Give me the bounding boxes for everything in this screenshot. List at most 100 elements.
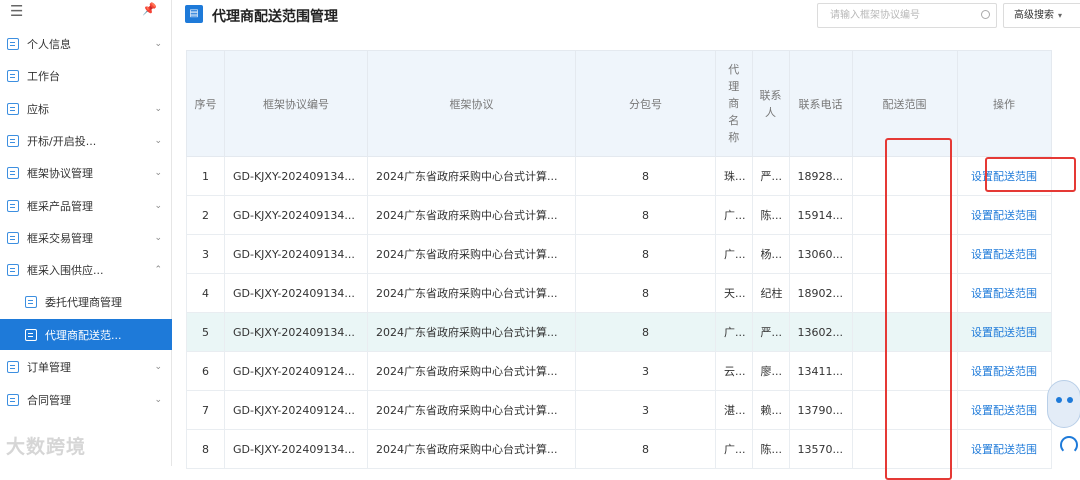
cell-phone: 18902...	[788, 273, 853, 313]
col-header-agent: 代理商名称	[715, 50, 753, 157]
cell-agent: 天...	[715, 273, 753, 313]
sidebar-item[interactable]: 订单管理 ⌄	[0, 351, 172, 382]
search-icon[interactable]	[981, 10, 990, 19]
sidebar-item[interactable]: 开标/开启投... ⌄	[0, 125, 172, 156]
cell-agent: 珠...	[715, 156, 753, 196]
sidebar-item-label: 委托代理商管理	[45, 295, 122, 309]
chevron-down-icon[interactable]: ⌄	[154, 136, 162, 146]
advanced-search-label: 高级搜索	[1014, 10, 1054, 21]
cell-agent: 云...	[715, 351, 753, 391]
sidebar-item-label: 框采产品管理	[27, 199, 93, 213]
menu-item-icon	[7, 37, 19, 50]
cell-code: GD-KJXY-202409134...	[224, 273, 368, 313]
cell-code: GD-KJXY-202409124...	[224, 351, 368, 391]
bot-eye-icon	[1067, 397, 1073, 403]
scope-column-highlight	[885, 138, 952, 480]
cell-contact: 赖...	[751, 390, 790, 430]
chevron-down-icon[interactable]: ⌄	[154, 104, 162, 114]
cell-pkg: 8	[575, 312, 716, 352]
main-content: ▤ 代理商配送范围管理 请输入框架协议编号 高级搜索 ▾ 序号 框架协议编号 框架…	[172, 0, 1080, 480]
sidebar-item[interactable]: 应标 ⌄	[0, 93, 172, 124]
cell-code: GD-KJXY-202409134...	[224, 234, 368, 274]
sidebar-item[interactable]: 个人信息 ⌄	[0, 28, 172, 59]
set-scope-link[interactable]: 设置配送范围	[971, 365, 1037, 378]
sidebar-item[interactable]: 委托代理商管理	[0, 286, 172, 317]
set-scope-link[interactable]: 设置配送范围	[971, 404, 1037, 417]
sidebar-item[interactable]: 代理商配送范...	[0, 319, 172, 350]
sidebar-item-label: 框采入围供应...	[27, 263, 104, 277]
cell-pkg: 8	[575, 195, 716, 235]
cell-no: 2	[186, 195, 225, 235]
set-scope-link[interactable]: 设置配送范围	[971, 443, 1037, 456]
cell-no: 1	[186, 156, 225, 196]
sidebar-item-label: 代理商配送范...	[45, 328, 122, 342]
sidebar-item-label: 框架协议管理	[27, 166, 93, 180]
col-header-code: 框架协议编号	[224, 50, 368, 157]
search-input[interactable]: 请输入框架协议编号	[817, 3, 997, 28]
chevron-down-icon[interactable]: ⌄	[154, 233, 162, 243]
cell-name: 2024广东省政府采购中心台式计算...	[367, 234, 576, 274]
cell-contact: 陈...	[751, 195, 790, 235]
headset-icon[interactable]	[1060, 436, 1078, 454]
pin-icon[interactable]: 📌	[142, 2, 157, 16]
set-scope-link[interactable]: 设置配送范围	[971, 248, 1037, 261]
cell-pkg: 8	[575, 429, 716, 469]
cell-name: 2024广东省政府采购中心台式计算...	[367, 351, 576, 391]
title-bar: ▤ 代理商配送范围管理 请输入框架协议编号 高级搜索 ▾	[172, 0, 1080, 34]
chevron-down-icon[interactable]: ⌄	[154, 395, 162, 405]
set-scope-link[interactable]: 设置配送范围	[971, 326, 1037, 339]
set-scope-link[interactable]: 设置配送范围	[971, 209, 1037, 222]
chevron-down-icon[interactable]: ⌄	[154, 168, 162, 178]
cell-action: 设置配送范围	[956, 273, 1052, 313]
col-header-contact-label: 联系人	[759, 88, 782, 119]
cell-phone: 13411...	[788, 351, 853, 391]
cell-no: 3	[186, 234, 225, 274]
chevron-down-icon[interactable]: ⌄	[154, 201, 162, 211]
hamburger-menu-icon[interactable]: ☰	[10, 2, 23, 20]
cell-contact: 陈...	[751, 429, 790, 469]
sidebar-item-label: 开标/开启投...	[27, 134, 97, 148]
cell-contact: 纪柱	[751, 273, 790, 313]
col-header-no: 序号	[186, 50, 225, 157]
sidebar-item[interactable]: 框采交易管理 ⌄	[0, 222, 172, 253]
chevron-up-icon[interactable]: ⌃	[154, 265, 162, 275]
cell-no: 4	[186, 273, 225, 313]
menu-item-icon	[25, 328, 37, 341]
cell-action: 设置配送范围	[956, 312, 1052, 352]
cell-code: GD-KJXY-202409124...	[224, 390, 368, 430]
menu-item-icon	[7, 69, 19, 82]
cell-pkg: 3	[575, 351, 716, 391]
cell-contact: 严...	[751, 312, 790, 352]
sidebar-top: ☰ 📌	[0, 0, 171, 22]
cell-no: 6	[186, 351, 225, 391]
menu-item-icon	[7, 393, 19, 406]
cell-pkg: 3	[575, 390, 716, 430]
cell-no: 7	[186, 390, 225, 430]
chatbot-avatar-icon[interactable]	[1047, 380, 1080, 428]
cell-pkg: 8	[575, 234, 716, 274]
cell-code: GD-KJXY-202409134...	[224, 429, 368, 469]
sidebar-item[interactable]: 框架协议管理 ⌄	[0, 157, 172, 188]
cell-phone: 13570...	[788, 429, 853, 469]
cell-name: 2024广东省政府采购中心台式计算...	[367, 195, 576, 235]
chevron-down-icon[interactable]: ⌄	[154, 39, 162, 49]
cell-contact: 严...	[751, 156, 790, 196]
chevron-down-icon[interactable]: ⌄	[154, 362, 162, 372]
cell-phone: 13602...	[788, 312, 853, 352]
chevron-down-icon: ▾	[1058, 11, 1063, 20]
menu-item-icon	[7, 102, 19, 115]
cell-action: 设置配送范围	[956, 429, 1052, 469]
set-scope-link[interactable]: 设置配送范围	[971, 287, 1037, 300]
cell-agent: 广...	[715, 195, 753, 235]
cell-code: GD-KJXY-202409134...	[224, 312, 368, 352]
cell-name: 2024广东省政府采购中心台式计算...	[367, 390, 576, 430]
sidebar-item-label: 合同管理	[27, 393, 71, 407]
sidebar-item-label: 工作台	[27, 69, 60, 83]
sidebar-item[interactable]: 工作台	[0, 60, 172, 91]
advanced-search-button[interactable]: 高级搜索 ▾	[1003, 3, 1080, 28]
sidebar-item[interactable]: 框采产品管理 ⌄	[0, 190, 172, 221]
cell-name: 2024广东省政府采购中心台式计算...	[367, 156, 576, 196]
menu-item-icon	[7, 166, 19, 179]
sidebar-item[interactable]: 框采入围供应... ⌃	[0, 254, 172, 285]
sidebar-item[interactable]: 合同管理 ⌄	[0, 384, 172, 415]
